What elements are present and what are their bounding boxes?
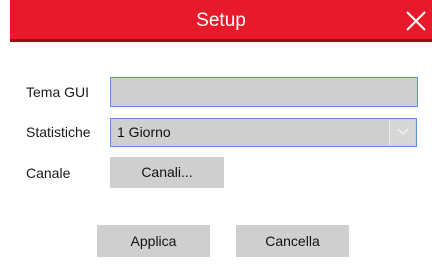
dialog-title: Setup bbox=[196, 10, 246, 31]
stats-selected-value: 1 Giorno bbox=[117, 124, 171, 140]
stats-select[interactable]: 1 Giorno bbox=[110, 118, 417, 147]
apply-button[interactable]: Applica bbox=[97, 225, 210, 257]
theme-input[interactable] bbox=[110, 77, 418, 107]
close-icon[interactable] bbox=[404, 9, 428, 33]
setup-dialog: Setup Tema GUI Statistiche 1 Giorno Cana… bbox=[0, 0, 432, 264]
cancel-button[interactable]: Cancella bbox=[236, 225, 349, 257]
title-bar: Setup bbox=[10, 0, 432, 42]
theme-label: Tema GUI bbox=[26, 84, 90, 100]
channels-button[interactable]: Canali... bbox=[110, 157, 224, 188]
chevron-down-icon[interactable] bbox=[389, 120, 415, 145]
channel-label: Canale bbox=[26, 165, 71, 181]
stats-label: Statistiche bbox=[26, 124, 91, 140]
